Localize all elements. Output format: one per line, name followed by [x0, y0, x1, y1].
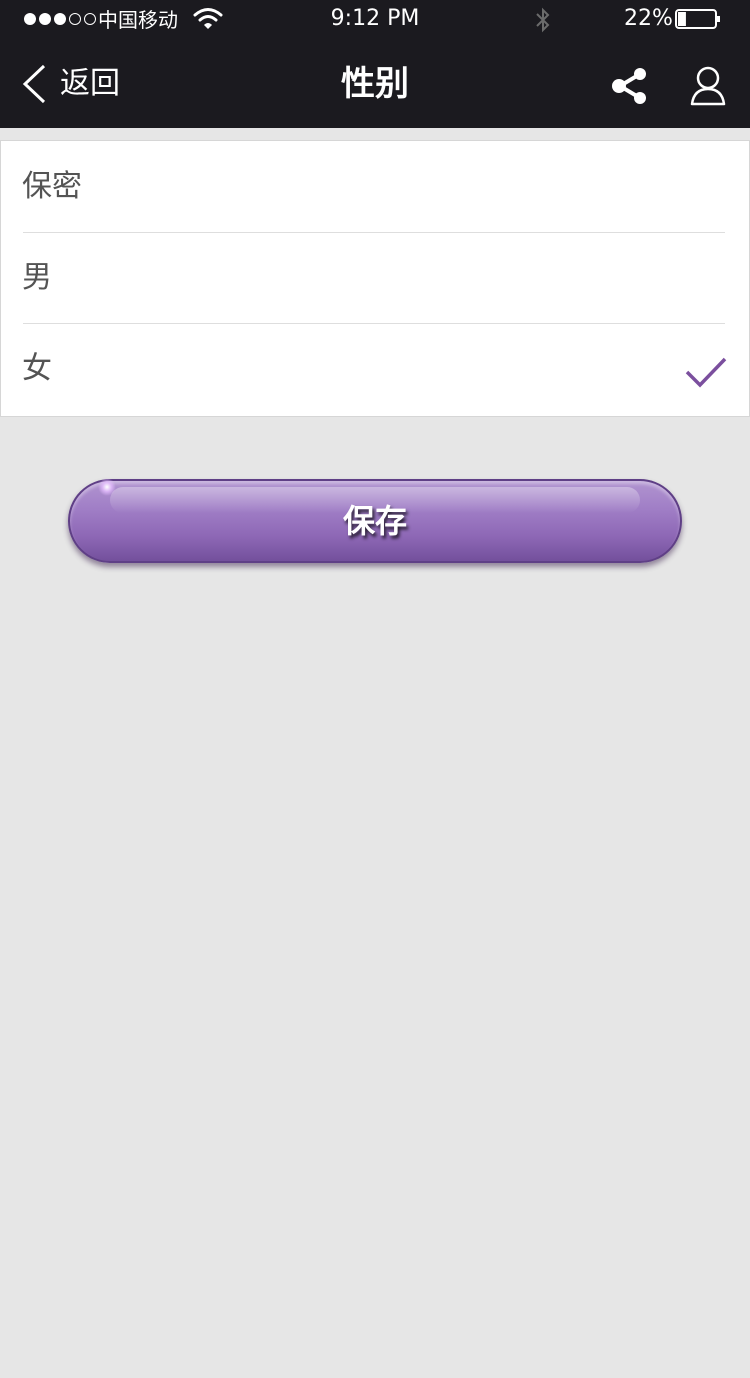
save-button-label: 保存: [342, 502, 407, 540]
option-label: 女: [22, 351, 52, 386]
status-bar: 中国移动 9:12 PM 22%: [0, 0, 750, 40]
option-label: 男: [22, 260, 52, 295]
gender-options-list: 保密 男 女: [0, 140, 750, 417]
battery-percent: 22%: [624, 6, 673, 31]
share-icon[interactable]: [610, 66, 650, 106]
option-female[interactable]: 女: [1, 323, 749, 414]
checkmark-icon: [685, 357, 727, 388]
screen: 中国移动 9:12 PM 22% 返回 性别 保密 男 女 保存: [0, 0, 750, 1378]
battery-icon: [675, 9, 720, 29]
button-sparkle: [98, 478, 116, 496]
bluetooth-icon: [536, 7, 550, 33]
option-label: 保密: [22, 169, 82, 204]
option-confidential[interactable]: 保密: [1, 141, 749, 232]
top-bar: 中国移动 9:12 PM 22% 返回 性别: [0, 0, 750, 128]
user-icon[interactable]: [688, 64, 728, 108]
option-male[interactable]: 男: [1, 232, 749, 323]
navigation-bar: 返回 性别: [0, 40, 750, 128]
save-button[interactable]: 保存: [68, 479, 682, 563]
